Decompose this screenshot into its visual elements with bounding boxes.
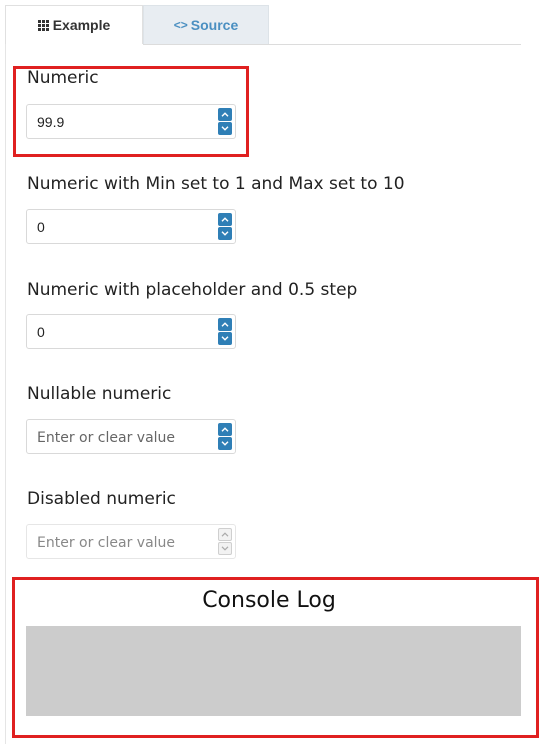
chevron-up-icon xyxy=(221,427,229,432)
tab-example-label: Example xyxy=(52,17,111,33)
nullable-numeric-input[interactable] xyxy=(26,419,236,454)
spin-down-button-disabled xyxy=(218,542,232,555)
step-numeric-label: Numeric with placeholder and 0.5 step xyxy=(27,280,358,300)
chevron-up-icon xyxy=(221,322,229,327)
code-icon: <> xyxy=(173,18,188,32)
chevron-down-icon xyxy=(221,231,229,236)
chevron-down-icon xyxy=(221,336,229,341)
tab-example[interactable]: Example xyxy=(5,5,143,44)
tab-source[interactable]: <> Source xyxy=(143,5,269,44)
step-numeric-input[interactable] xyxy=(26,314,236,349)
tabs-divider xyxy=(143,44,521,45)
chevron-down-icon xyxy=(221,546,229,551)
spin-down-button[interactable] xyxy=(218,437,232,450)
demo-page: Example <> Source Numeric Numeric with M… xyxy=(0,0,549,752)
tab-source-label: Source xyxy=(190,17,239,33)
minmax-numeric-field[interactable] xyxy=(37,210,207,243)
chevron-up-icon xyxy=(221,532,229,537)
highlight-box-numeric xyxy=(13,66,249,157)
spin-up-button[interactable] xyxy=(218,423,232,436)
chevron-down-icon xyxy=(221,441,229,446)
disabled-numeric-field xyxy=(37,525,207,558)
minmax-numeric-input[interactable] xyxy=(26,209,236,244)
panel-border xyxy=(5,44,6,744)
nullable-numeric-field[interactable] xyxy=(37,420,207,453)
spin-up-button[interactable] xyxy=(218,213,232,226)
step-numeric-field[interactable] xyxy=(37,315,207,348)
disabled-numeric-input xyxy=(26,524,236,559)
minmax-numeric-label: Numeric with Min set to 1 and Max set to… xyxy=(27,174,405,194)
spin-up-button-disabled xyxy=(218,528,232,541)
disabled-numeric-label: Disabled numeric xyxy=(27,489,176,509)
spin-down-button[interactable] xyxy=(218,227,232,240)
nullable-numeric-label: Nullable numeric xyxy=(27,384,172,404)
grid-icon xyxy=(37,19,49,31)
spin-down-button[interactable] xyxy=(218,332,232,345)
chevron-up-icon xyxy=(221,217,229,222)
spin-up-button[interactable] xyxy=(218,318,232,331)
highlight-box-console xyxy=(12,577,539,738)
